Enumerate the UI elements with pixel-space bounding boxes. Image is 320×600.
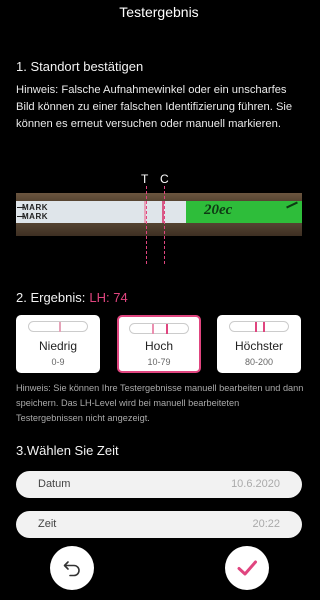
time-value: 20:22: [252, 518, 280, 530]
option-range: 0-9: [51, 357, 65, 367]
control-line-marker-label: C: [160, 172, 169, 186]
date-field[interactable]: Datum 10.6.2020: [16, 471, 302, 498]
strip-mark-text: MARK: [22, 203, 48, 212]
strip-low-icon: [28, 321, 88, 332]
undo-icon: [63, 561, 80, 577]
date-label: Datum: [38, 478, 71, 490]
section-result-title: 2. Ergebnis: LH: 74: [16, 290, 128, 305]
result-options: Niedrig 0-9 Hoch 10-79 Höchster 80-200: [16, 315, 303, 373]
option-range: 10-79: [147, 357, 171, 367]
strip-handwritten-text: 20ec: [204, 202, 233, 218]
date-value: 10.6.2020: [231, 478, 280, 490]
page-title: Testergebnis: [119, 4, 199, 20]
lh-value: LH: 74: [89, 290, 128, 305]
result-hint: Hinweis: Sie können Ihre Testergebnisse …: [16, 383, 304, 423]
check-icon: [237, 560, 257, 576]
back-button[interactable]: [50, 546, 94, 590]
strip-highest-icon: [229, 321, 289, 332]
test-strip-image[interactable]: MARK MARK 20ec: [16, 193, 302, 236]
strip-mark-text: MARK: [22, 212, 48, 221]
time-label: Zeit: [38, 518, 57, 530]
control-line-guide[interactable]: [164, 186, 165, 264]
section-time-title: 3.Wählen Sie Zeit: [16, 443, 119, 458]
option-label: Höchster: [234, 339, 284, 353]
header-bar: Testergebnis: [0, 0, 318, 26]
result-label: 2. Ergebnis:: [16, 290, 86, 305]
option-label: Hoch: [144, 339, 173, 353]
result-option-low[interactable]: Niedrig 0-9: [16, 315, 100, 373]
strip-high-icon: [129, 323, 189, 334]
test-line-guide[interactable]: [146, 186, 147, 264]
result-option-high[interactable]: Hoch 10-79: [117, 315, 201, 373]
result-option-highest[interactable]: Höchster 80-200: [217, 315, 301, 373]
confirm-button[interactable]: [225, 546, 269, 590]
test-line-marker-label: T: [141, 172, 149, 186]
location-hint: Hinweis: Falsche Aufnahmewinkel oder ein…: [16, 84, 293, 130]
option-range: 80-200: [244, 357, 274, 367]
section-location-title: 1. Standort bestätigen: [16, 59, 144, 74]
option-label: Niedrig: [38, 339, 77, 353]
time-field[interactable]: Zeit 20:22: [16, 511, 302, 538]
